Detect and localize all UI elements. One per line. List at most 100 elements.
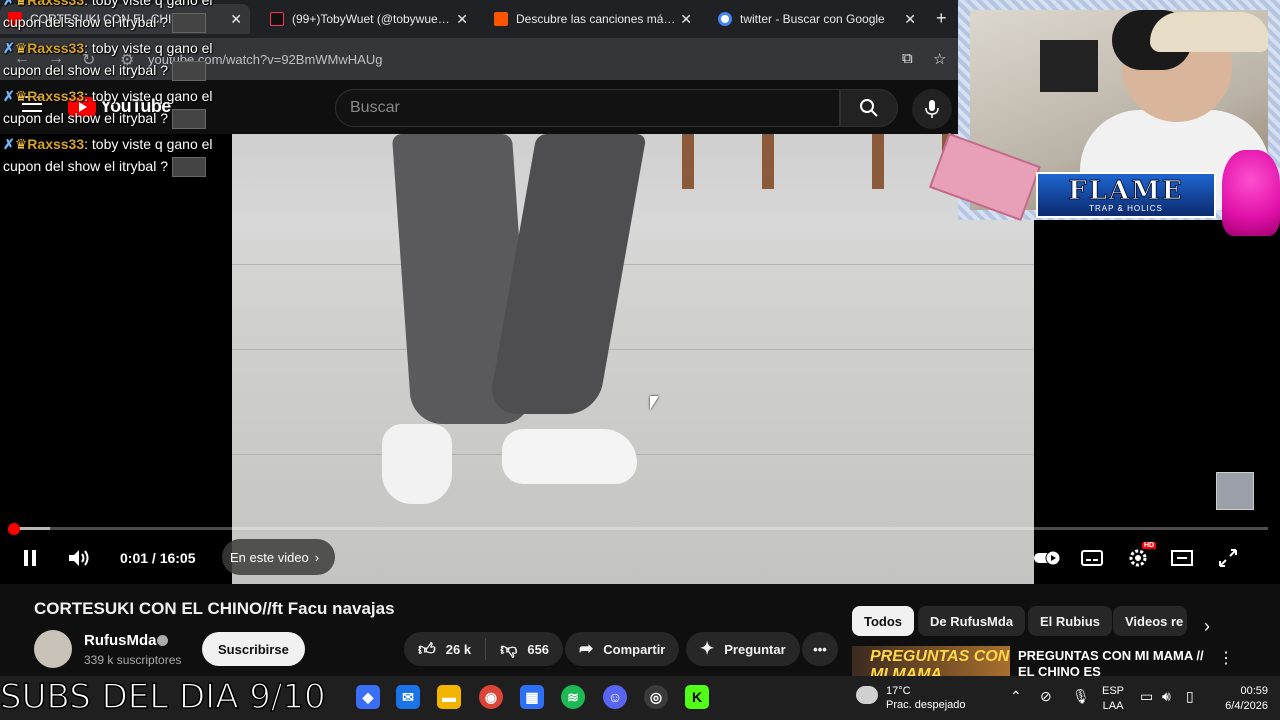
chat-message: ✗♛Raxss33: toby viste q gano el cupon de… bbox=[3, 85, 235, 130]
thumbs-down-icon: 👎︎ bbox=[500, 639, 518, 659]
chapters-label: En este video bbox=[230, 549, 309, 565]
more-horizontal-icon: ••• bbox=[813, 641, 827, 657]
moderator-sword-icon: ✗ bbox=[3, 0, 15, 8]
background-table bbox=[672, 134, 972, 194]
file-explorer-icon[interactable]: ▬ bbox=[437, 685, 461, 709]
search-icon bbox=[860, 99, 878, 117]
ask-label: Preguntar bbox=[724, 641, 786, 657]
search-input[interactable]: Buscar bbox=[335, 89, 840, 127]
volume-button[interactable] bbox=[66, 546, 92, 570]
chip-el-rubius[interactable]: El Rubius bbox=[1028, 606, 1112, 636]
share-button[interactable]: ➦ Compartir bbox=[565, 632, 680, 666]
clock-time: 00:59 bbox=[1240, 685, 1268, 697]
chip-todos[interactable]: Todos bbox=[852, 606, 915, 636]
recommendation-title[interactable]: PREGUNTAS CON MI MAMA // EL CHINO ES SUP… bbox=[1018, 648, 1208, 676]
kick-icon[interactable]: K bbox=[685, 685, 709, 709]
browser-tab-tiktok[interactable]: (99+)TobyWuet (@tobywuet) | TikTok ✕ bbox=[262, 4, 476, 34]
chrome-icon[interactable]: ◉ bbox=[479, 685, 503, 709]
subscribe-button[interactable]: Suscribirse bbox=[202, 632, 305, 666]
tab-title: (99+)TobyWuet (@tobywuet) | TikTok bbox=[292, 12, 452, 26]
chat-username: Raxss33 bbox=[27, 0, 85, 8]
channel-watermark[interactable] bbox=[1216, 472, 1254, 510]
chat-message: ✗♛Raxss33: toby viste q gano el cupon de… bbox=[3, 0, 235, 34]
chip-videos-relacionados[interactable]: Videos re bbox=[1113, 606, 1187, 636]
search-button[interactable] bbox=[840, 89, 898, 127]
battery-icon[interactable]: ▯ bbox=[1186, 688, 1194, 705]
flame-banner: FLAME TRAP & HOLICS bbox=[1036, 172, 1216, 218]
settings-button[interactable]: HD bbox=[1126, 542, 1157, 570]
chip-de-rufusmda[interactable]: De RufusMda bbox=[918, 606, 1026, 636]
voice-search-button[interactable] bbox=[912, 89, 952, 129]
obs-icon[interactable]: ◎ bbox=[644, 685, 668, 709]
display-icon[interactable]: ▭ bbox=[1140, 688, 1153, 705]
outlook-app-icon[interactable]: ✉ bbox=[396, 685, 420, 709]
close-icon[interactable]: ✕ bbox=[456, 11, 468, 28]
more-vertical-icon[interactable]: ⋮ bbox=[1218, 648, 1234, 668]
discord-icon[interactable]: ☺ bbox=[603, 685, 627, 709]
progress-bar[interactable] bbox=[12, 527, 1268, 530]
bookmark-star-icon[interactable]: ☆ bbox=[933, 50, 946, 68]
channel-name[interactable]: RufusMda bbox=[84, 632, 157, 649]
spotify-icon[interactable]: ≋ bbox=[561, 685, 585, 709]
close-icon[interactable]: ✕ bbox=[904, 11, 916, 28]
autoplay-toggle[interactable] bbox=[1032, 546, 1064, 570]
sparkle-icon: ✦ bbox=[700, 639, 715, 658]
chat-emote-icon bbox=[171, 109, 206, 130]
weather-description: Prac. despejado bbox=[886, 699, 966, 711]
recommendation-thumbnail[interactable]: PREGUNTAS CON MI MAMA bbox=[852, 646, 1010, 676]
tab-title: Descubre las canciones más escuchadas bbox=[516, 12, 676, 26]
chat-emote-icon bbox=[171, 61, 206, 82]
chat-emote-icon bbox=[171, 13, 206, 34]
network-off-icon[interactable]: ⊘ bbox=[1040, 688, 1052, 705]
mouse-cursor-icon bbox=[650, 396, 659, 410]
chat-username: Raxss33 bbox=[27, 88, 85, 104]
chat-message: ✗♛Raxss33: toby viste q gano el cupon de… bbox=[3, 37, 235, 82]
browser-tab-soundcloud[interactable]: Descubre las canciones más escuchadas ✕ bbox=[486, 4, 700, 34]
chevron-up-icon[interactable]: ⌃ bbox=[1010, 688, 1022, 705]
subs-of-day-overlay: SUBS DEL DIA 9/10 bbox=[0, 676, 326, 718]
share-label: Compartir bbox=[603, 641, 666, 657]
like-button[interactable]: 👍︎ 26 k bbox=[404, 632, 485, 666]
video-title: CORTESUKI CON EL CHINO//ft Facu navajas bbox=[34, 599, 395, 618]
wall-poster bbox=[1040, 40, 1098, 92]
pause-icon bbox=[24, 550, 36, 566]
speaker-icon[interactable]: 🔊︎ bbox=[1162, 688, 1171, 705]
ask-button[interactable]: ✦ Preguntar bbox=[686, 632, 800, 666]
subtitles-button[interactable] bbox=[1080, 546, 1104, 570]
weather-widget[interactable]: 17°C Prac. despejado bbox=[886, 684, 966, 712]
pause-button[interactable] bbox=[18, 546, 42, 570]
chat-emote-icon bbox=[171, 157, 206, 178]
language-indicator[interactable]: ESP LAA bbox=[1102, 684, 1124, 714]
browser-tab-google[interactable]: twitter - Buscar con Google ✕ bbox=[710, 4, 924, 34]
chapters-button[interactable]: En este video › bbox=[222, 539, 336, 575]
more-actions-button[interactable]: ••• bbox=[802, 632, 838, 666]
fullscreen-icon bbox=[1219, 549, 1237, 567]
close-icon[interactable]: ✕ bbox=[680, 11, 692, 28]
like-dislike-group: 👍︎ 26 k 👎︎ 656 bbox=[404, 632, 564, 666]
screen: CORTESUKI CON EL CHINO//ft Facu ✕ (99+)T… bbox=[0, 0, 1280, 720]
channel-avatar[interactable] bbox=[34, 630, 72, 668]
progress-scrubber-handle[interactable] bbox=[8, 523, 20, 535]
thumbs-up-icon: 👍︎ bbox=[418, 639, 436, 659]
gear-icon bbox=[1129, 549, 1147, 567]
like-count: 26 k bbox=[445, 641, 472, 657]
google-favicon-icon bbox=[718, 12, 732, 26]
copilot-app-icon[interactable]: ◆ bbox=[356, 685, 380, 709]
buddha-sticker bbox=[1222, 150, 1280, 236]
install-app-icon[interactable]: ⧉ bbox=[902, 50, 913, 67]
microphone-icon[interactable]: 🎙︎ bbox=[1072, 688, 1090, 705]
video-frame[interactable] bbox=[232, 134, 1034, 584]
miniplayer-button[interactable] bbox=[1170, 546, 1194, 570]
volume-icon bbox=[69, 550, 89, 566]
hd-badge: HD bbox=[1142, 542, 1157, 549]
chevron-right-icon: › bbox=[314, 549, 320, 565]
fullscreen-button[interactable] bbox=[1216, 546, 1240, 570]
system-clock[interactable]: 00:59 6/4/2026 bbox=[1212, 684, 1268, 714]
banner-subtitle: TRAP & HOLICS bbox=[1089, 203, 1163, 213]
chevron-right-icon[interactable]: › bbox=[1204, 616, 1210, 637]
dislike-button[interactable]: 👎︎ 656 bbox=[486, 632, 563, 666]
new-tab-icon[interactable]: + bbox=[936, 8, 947, 29]
store-app-icon[interactable]: ▦ bbox=[520, 685, 544, 709]
video-person-shoe bbox=[382, 424, 452, 504]
miniplayer-icon bbox=[1171, 550, 1193, 566]
